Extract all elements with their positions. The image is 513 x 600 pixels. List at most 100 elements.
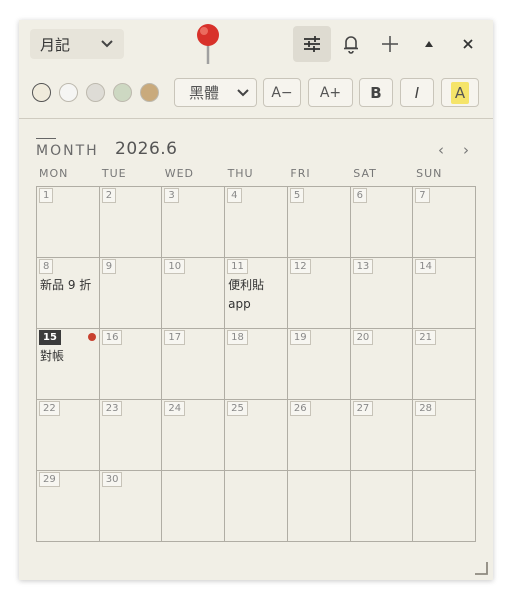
italic-button[interactable]: I — [400, 78, 434, 107]
bold-button[interactable]: B — [359, 78, 393, 107]
day-number: 13 — [352, 259, 374, 274]
view-mode-select[interactable]: 月記 — [30, 29, 124, 59]
day-cell-24[interactable]: 24 — [162, 400, 226, 471]
sliders-icon — [304, 36, 320, 52]
title-bar: 月記 — [19, 20, 493, 68]
day-number: 9 — [101, 259, 117, 274]
day-cell-1[interactable]: 1 — [37, 187, 100, 258]
day-number: 3 — [164, 188, 179, 203]
day-cell-13[interactable]: 13 — [350, 258, 414, 329]
font-select[interactable]: 黑體 — [174, 78, 257, 107]
day-cell-28[interactable]: 28 — [413, 400, 476, 471]
day-note-text[interactable]: 對帳 — [40, 347, 64, 366]
day-number: 26 — [289, 401, 311, 416]
empty-cell — [287, 471, 351, 542]
day-number: 23 — [101, 401, 123, 416]
empty-cell — [162, 471, 226, 542]
plus-icon — [382, 36, 398, 52]
day-cell-27[interactable]: 27 — [350, 400, 414, 471]
day-cell-14[interactable]: 14 — [413, 258, 476, 329]
event-dot-icon — [87, 333, 96, 341]
day-cell-26[interactable]: 26 — [287, 400, 351, 471]
empty-cell — [413, 471, 476, 542]
day-number: 5 — [289, 188, 305, 203]
resize-grip-icon[interactable] — [473, 560, 489, 576]
chevron-down-icon — [237, 89, 249, 97]
day-number: 10 — [164, 259, 186, 274]
today-day-number: 15 — [39, 330, 61, 345]
prev-month-button[interactable]: ‹ — [438, 141, 444, 159]
day-number: 19 — [289, 330, 311, 345]
color-swatch-white[interactable] — [59, 83, 78, 102]
close-button[interactable] — [449, 26, 487, 62]
day-number: 7 — [415, 188, 430, 203]
day-cell-20[interactable]: 20 — [350, 329, 414, 400]
sticky-note-window: 月記 黑體 A− A+ B I A MONTH 2026.6 ‹ › MON T… — [19, 20, 493, 580]
calendar-grid: 1 2 3 4 5 6 7 8 新品 9 折 9 10 11 便利貼 app 12 13 14 15 對帳 16 17… — [36, 186, 476, 542]
day-cell-12[interactable]: 12 — [287, 258, 351, 329]
day-cell-3[interactable]: 3 — [162, 187, 226, 258]
highlight-label: A — [450, 81, 470, 104]
day-number: 30 — [101, 472, 123, 487]
collapse-button[interactable] — [410, 26, 448, 62]
day-cell-15[interactable]: 15 對帳 — [37, 329, 100, 400]
settings-button[interactable] — [293, 26, 331, 62]
day-cell-9[interactable]: 9 — [99, 258, 163, 329]
font-select-label: 黑體 — [189, 84, 220, 102]
day-cell-29[interactable]: 29 — [37, 471, 100, 542]
day-number: 27 — [352, 401, 374, 416]
day-note-text[interactable]: 新品 9 折 — [40, 276, 91, 295]
day-cell-25[interactable]: 25 — [225, 400, 288, 471]
weekday-fri: FRI — [290, 167, 311, 180]
bell-icon — [344, 36, 358, 54]
day-cell-17[interactable]: 17 — [162, 329, 226, 400]
day-number: 21 — [415, 330, 437, 345]
day-cell-21[interactable]: 21 — [413, 329, 476, 400]
day-cell-18[interactable]: 18 — [225, 329, 288, 400]
next-month-button[interactable]: › — [463, 141, 469, 159]
day-cell-6[interactable]: 6 — [350, 187, 414, 258]
day-number: 16 — [101, 330, 123, 345]
day-cell-7[interactable]: 7 — [413, 187, 476, 258]
font-increase-button[interactable]: A+ — [308, 78, 353, 107]
day-cell-4[interactable]: 4 — [225, 187, 288, 258]
color-swatch-tan[interactable] — [140, 83, 159, 102]
day-cell-5[interactable]: 5 — [287, 187, 351, 258]
chevron-down-icon — [101, 40, 113, 48]
empty-cell — [225, 471, 288, 542]
format-toolbar: 黑體 A− A+ B I A — [19, 68, 493, 119]
day-number: 25 — [227, 401, 248, 416]
day-number: 24 — [164, 401, 186, 416]
day-cell-8[interactable]: 8 新品 9 折 — [37, 258, 100, 329]
day-number: 4 — [227, 188, 242, 203]
day-cell-19[interactable]: 19 — [287, 329, 351, 400]
weekday-tue: TUE — [101, 167, 127, 180]
day-note-text[interactable]: 便利貼 app — [228, 276, 264, 314]
font-decrease-button[interactable]: A− — [263, 78, 301, 107]
day-number: 8 — [39, 259, 54, 274]
color-swatch-cream[interactable] — [32, 83, 51, 102]
day-number: 2 — [101, 188, 117, 203]
close-icon — [463, 39, 473, 49]
day-number: 18 — [227, 330, 248, 345]
day-number: 12 — [289, 259, 311, 274]
weekday-sun: SUN — [416, 167, 443, 180]
day-cell-11[interactable]: 11 便利貼 app — [225, 258, 288, 329]
day-number: 6 — [352, 188, 367, 203]
day-cell-10[interactable]: 10 — [162, 258, 226, 329]
day-cell-30[interactable]: 30 — [99, 471, 163, 542]
day-cell-22[interactable]: 22 — [37, 400, 100, 471]
color-swatch-gray[interactable] — [86, 83, 105, 102]
day-number: 28 — [415, 401, 437, 416]
day-cell-23[interactable]: 23 — [99, 400, 163, 471]
reminder-button[interactable] — [332, 26, 370, 62]
day-number: 1 — [39, 188, 54, 203]
color-swatch-sage[interactable] — [113, 83, 132, 102]
day-cell-2[interactable]: 2 — [99, 187, 163, 258]
day-number: 14 — [415, 259, 437, 274]
highlight-button[interactable]: A — [441, 78, 479, 107]
new-note-button[interactable] — [371, 26, 409, 62]
month-title: 2026.6 — [115, 139, 178, 159]
day-cell-16[interactable]: 16 — [99, 329, 163, 400]
weekday-thu: THU — [227, 167, 254, 180]
